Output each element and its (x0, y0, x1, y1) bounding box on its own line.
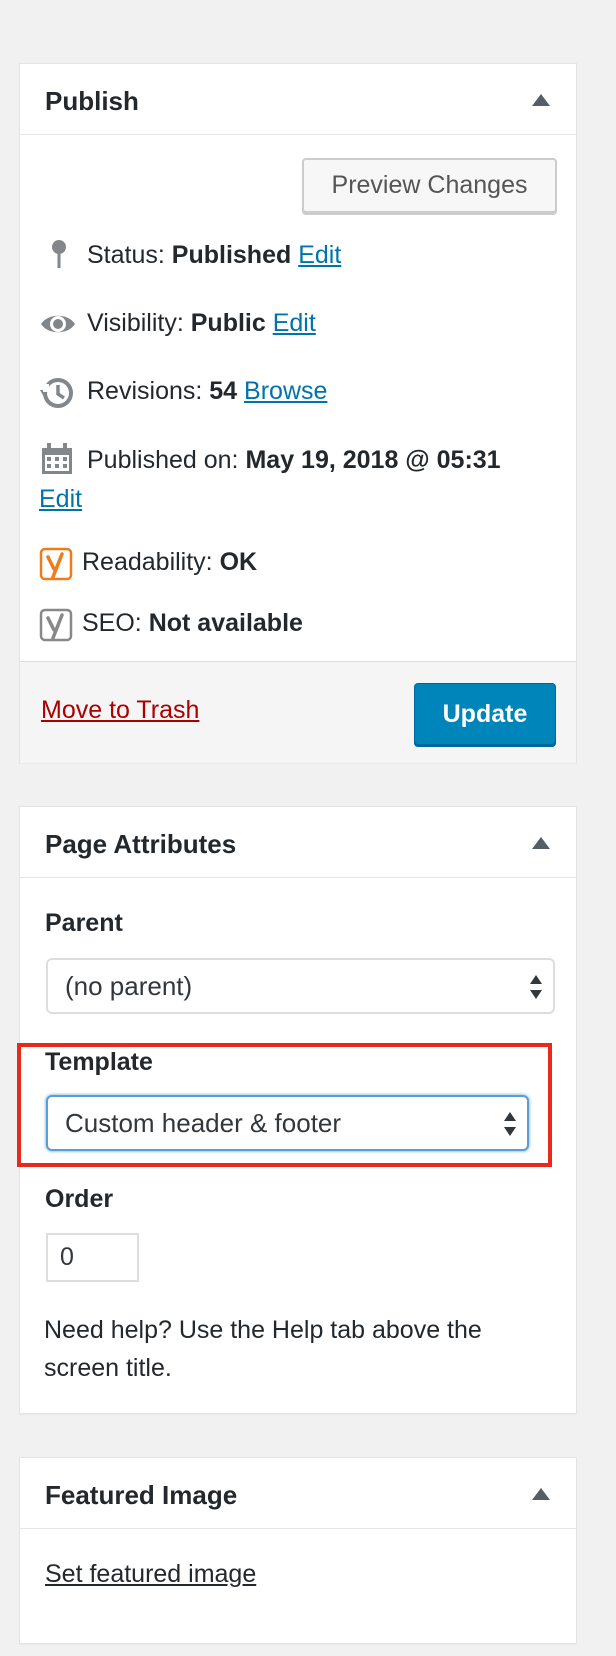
template-highlight-box (17, 1043, 552, 1167)
eye-icon (39, 311, 77, 337)
readability-value: OK (219, 548, 258, 576)
status-edit-link[interactable]: Edit (298, 241, 341, 269)
visibility-edit-link[interactable]: Edit (273, 309, 316, 337)
set-featured-image-link[interactable]: Set featured image (45, 1560, 256, 1589)
move-to-trash-link[interactable]: Move to Trash (41, 696, 199, 725)
calendar-icon (40, 442, 74, 476)
parent-select-value: (no parent) (65, 971, 193, 1001)
published-on-edit-link[interactable]: Edit (39, 485, 82, 513)
seo-value: Not available (148, 609, 303, 637)
revisions-browse-link[interactable]: Browse (244, 377, 327, 405)
yoast-readability-icon (39, 547, 73, 581)
order-input[interactable]: 0 (46, 1233, 139, 1282)
publish-header[interactable]: Publish (20, 64, 576, 135)
status-row: Status: Published Edit (87, 241, 341, 270)
readability-row: Readability: OK (82, 548, 257, 577)
featured-image-box: Featured Image Set featured image (19, 1457, 577, 1644)
publish-box: Publish Preview Changes Status: Publishe… (19, 63, 577, 763)
featured-image-title: Featured Image (45, 1480, 238, 1510)
select-arrows-icon (529, 974, 543, 1000)
revisions-history-icon (39, 376, 75, 410)
parent-label: Parent (45, 909, 123, 937)
help-text: Need help? Use the Help tab above the sc… (44, 1316, 482, 1382)
preview-changes-button[interactable]: Preview Changes (302, 158, 557, 213)
published-on-label: Published on: (87, 446, 239, 474)
pin-icon (50, 239, 68, 269)
publish-title: Publish (45, 86, 139, 116)
parent-select[interactable]: (no parent) (46, 958, 555, 1014)
collapse-arrow-icon[interactable] (532, 837, 550, 849)
revisions-value: 54 (209, 377, 238, 405)
published-on-edit-wrap: Edit (39, 485, 82, 514)
revisions-label: Revisions: (87, 377, 203, 405)
yoast-seo-icon (39, 608, 73, 642)
featured-image-header[interactable]: Featured Image (20, 1458, 576, 1529)
revisions-row: Revisions: 54 Browse (87, 377, 327, 406)
update-button[interactable]: Update (414, 683, 556, 745)
visibility-row: Visibility: Public Edit (87, 309, 316, 338)
visibility-value: Public (190, 309, 266, 337)
published-on-row: Published on: May 19, 2018 @ 05:31 (87, 446, 501, 475)
seo-row: SEO: Not available (82, 609, 303, 638)
seo-label: SEO: (82, 609, 142, 637)
collapse-arrow-icon[interactable] (532, 94, 550, 106)
readability-label: Readability: (82, 548, 213, 576)
visibility-label: Visibility: (87, 309, 184, 337)
page-attributes-header[interactable]: Page Attributes (20, 807, 576, 878)
publish-actions: Move to Trash Update (20, 661, 576, 763)
status-value: Published (171, 241, 292, 269)
order-label: Order (45, 1185, 114, 1213)
published-on-value: May 19, 2018 @ 05:31 (245, 446, 501, 474)
page-attributes-title: Page Attributes (45, 829, 237, 859)
collapse-arrow-icon[interactable] (532, 1488, 550, 1500)
status-label: Status: (87, 241, 165, 269)
